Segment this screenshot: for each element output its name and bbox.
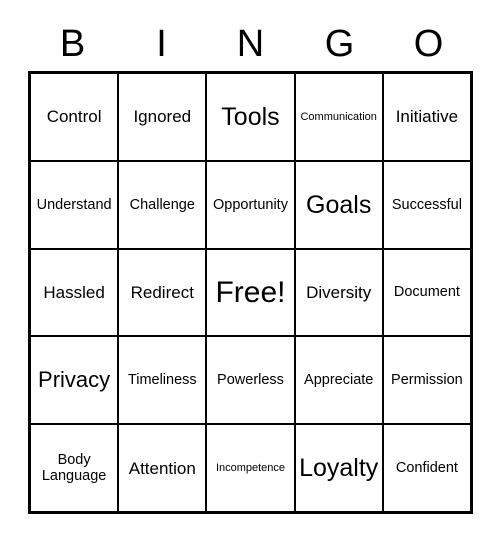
bingo-cell-control[interactable]: Control [31,74,118,160]
bingo-header-letter-i: I [156,22,167,65]
bingo-cell-diversity[interactable]: Diversity [295,249,382,336]
bingo-cell-label: Goals [306,190,372,219]
bingo-cell-free[interactable]: Free! [207,249,294,336]
bingo-card: B I N G O Control Ignored Tools Communication In… [0,0,501,544]
bingo-cell-document[interactable]: Document [383,249,470,336]
bingo-cell-label: Permission [391,372,463,389]
bingo-cell-appreciate[interactable]: Appreciate [295,337,382,424]
bingo-cell-label: Loyalty [299,454,379,483]
bingo-cell-powerless[interactable]: Powerless [207,337,294,424]
bingo-grid: Control Ignored Tools Communication Initiati… [28,71,473,514]
bingo-cell-label: Redirect [130,282,194,302]
bingo-cell-label: Ignored [133,107,192,127]
bingo-cell-successful[interactable]: Successful [383,161,470,248]
bingo-cell-label: Opportunity [213,196,288,213]
bingo-header-letter-g: G [324,22,355,65]
bingo-cell-timeliness[interactable]: Timeliness [119,337,206,424]
bingo-cell-opportunity[interactable]: Opportunity [207,161,294,248]
bingo-header-letter-n: N [236,22,265,65]
bingo-cell-label: Appreciate [304,372,374,389]
bingo-cell-label: Diversity [306,282,372,302]
bingo-cell-label: Hassled [43,282,105,302]
bingo-cell-label: Initiative [395,107,459,127]
bingo-cell-attention[interactable]: Attention [119,425,206,511]
bingo-header-letter-b: B [59,22,86,65]
bingo-cell-label: Tools [221,102,280,131]
bingo-cell-confident[interactable]: Confident [383,425,470,511]
bingo-cell-label: Timeliness [127,372,197,389]
bingo-cell-label: Understand [36,196,112,213]
bingo-cell-label: Attention [128,458,196,478]
bingo-cell-label: Free! [215,275,286,309]
bingo-cell-communication[interactable]: Communication [295,74,382,160]
bingo-header-letter-o: O [413,22,444,65]
bingo-cell-label: Privacy [38,366,111,392]
bingo-cell-loyalty[interactable]: Loyalty [295,425,382,511]
bingo-cell-initiative[interactable]: Initiative [383,74,470,160]
bingo-cell-label: Communication [300,110,377,123]
bingo-cell-understand[interactable]: Understand [31,161,118,248]
bingo-cell-label: Body Language [41,451,107,485]
bingo-cell-body-language[interactable]: Body Language [31,425,118,511]
bingo-cell-label: Challenge [129,196,195,213]
bingo-cell-label: Incompetence [215,461,286,474]
bingo-cell-redirect[interactable]: Redirect [119,249,206,336]
bingo-cell-permission[interactable]: Permission [383,337,470,424]
bingo-cell-tools[interactable]: Tools [207,74,294,160]
bingo-cell-label: Control [46,107,102,127]
bingo-cell-label: Document [393,284,460,301]
bingo-cell-label: Successful [391,196,462,213]
bingo-cell-privacy[interactable]: Privacy [31,337,118,424]
bingo-cell-incompetence[interactable]: Incompetence [207,425,294,511]
bingo-cell-challenge[interactable]: Challenge [119,161,206,248]
bingo-cell-label: Confident [395,459,458,476]
bingo-cell-label: Powerless [217,372,284,389]
bingo-cell-ignored[interactable]: Ignored [119,74,206,160]
bingo-header-row: BINGO [28,16,473,71]
bingo-cell-hassled[interactable]: Hassled [31,249,118,336]
bingo-cell-goals[interactable]: Goals [295,161,382,248]
